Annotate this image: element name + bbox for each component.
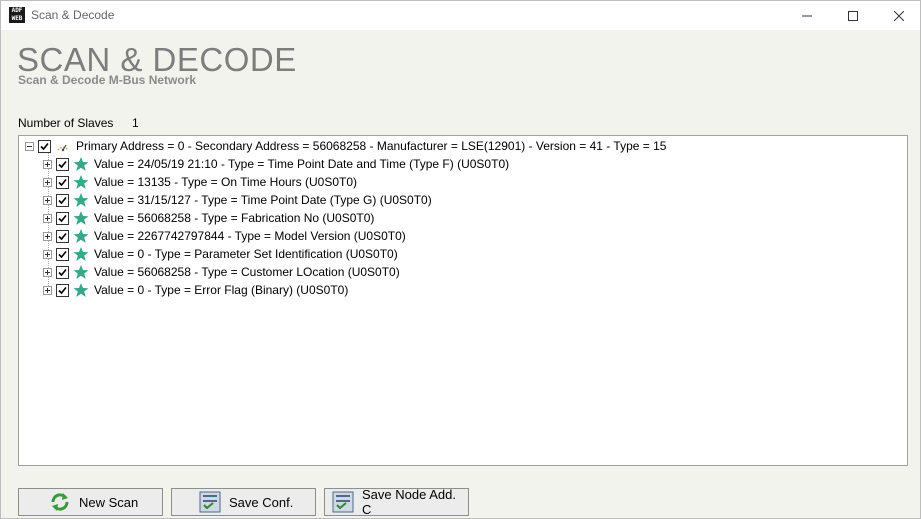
slaves-count-value: 1 — [132, 116, 139, 130]
tree-node-value-6[interactable]: Value = 0 - Type = Parameter Set Identif… — [43, 245, 398, 263]
value-checkbox[interactable] — [56, 247, 69, 261]
expand-toggle[interactable] — [43, 231, 52, 241]
checkmark-icon — [58, 160, 67, 168]
checkmark-icon — [58, 196, 67, 204]
new-scan-label: New Scan — [79, 494, 139, 510]
expand-toggle[interactable] — [43, 213, 52, 223]
value-checkbox[interactable] — [56, 211, 69, 225]
expand-toggle[interactable] — [43, 177, 52, 187]
star-icon — [73, 210, 89, 226]
window-title: Scan & Decode — [31, 8, 115, 22]
tree-node-value-8[interactable]: Value = 0 - Type = Error Flag (Binary) (… — [43, 281, 348, 299]
value-label: Value = 0 - Type = Parameter Set Identif… — [94, 247, 398, 261]
tree-node-value-2[interactable]: Value = 13135 - Type = On Time Hours (U0… — [43, 173, 357, 191]
value-label: Value = 13135 - Type = On Time Hours (U0… — [94, 175, 358, 189]
tree-node-value-1[interactable]: Value = 24/05/19 21:10 - Type = Time Poi… — [43, 155, 509, 173]
value-label: Value = 0 - Type = Error Flag (Binary) (… — [94, 283, 349, 297]
checkmark-icon — [58, 286, 67, 294]
checkmark-icon — [58, 178, 67, 186]
app-window: ADF WEB Scan & Decode SCAN & DECODE Scan … — [0, 0, 921, 519]
minimize-button[interactable] — [784, 1, 830, 30]
app-logo-icon: ADF WEB — [9, 7, 25, 23]
expand-toggle[interactable] — [43, 159, 52, 169]
checkmark-icon — [40, 142, 49, 150]
save-node-label: Save Node Add. C — [362, 488, 456, 516]
star-icon — [73, 228, 89, 244]
save-list-icon — [332, 491, 354, 513]
value-label: Value = 56068258 - Type = Fabrication No… — [94, 211, 375, 225]
collapse-toggle[interactable] — [25, 141, 34, 151]
expand-toggle[interactable] — [43, 195, 52, 205]
save-conf-button[interactable]: Save Conf. — [171, 488, 316, 516]
expand-toggle[interactable] — [43, 249, 52, 259]
star-icon — [73, 174, 89, 190]
checkmark-icon — [58, 250, 67, 258]
maximize-button[interactable] — [830, 1, 876, 30]
new-scan-button[interactable]: New Scan — [18, 488, 163, 516]
star-icon — [73, 156, 89, 172]
value-label: Value = 56068258 - Type = Customer LOcat… — [94, 265, 400, 279]
maximize-icon — [848, 10, 858, 21]
minimize-icon — [802, 15, 812, 16]
value-checkbox[interactable] — [56, 283, 69, 297]
star-icon — [73, 264, 89, 280]
title-bar[interactable]: ADF WEB Scan & Decode — [1, 1, 920, 30]
value-label: Value = 31/15/127 - Type = Time Point Da… — [94, 193, 432, 207]
refresh-icon — [49, 491, 71, 513]
root-checkbox[interactable] — [38, 139, 51, 153]
checkmark-icon — [58, 268, 67, 276]
value-checkbox[interactable] — [56, 229, 69, 243]
tree-node-value-7[interactable]: Value = 56068258 - Type = Customer LOcat… — [43, 263, 400, 281]
slave-tree-view[interactable]: Primary Address = 0 - Secondary Address … — [18, 135, 908, 466]
star-icon — [73, 192, 89, 208]
meter-dial-icon — [55, 138, 71, 154]
slaves-count-label: Number of Slaves — [18, 116, 114, 130]
value-checkbox[interactable] — [56, 265, 69, 279]
tree-node-root[interactable]: Primary Address = 0 - Secondary Address … — [25, 137, 666, 155]
tree-node-value-3[interactable]: Value = 31/15/127 - Type = Time Point Da… — [43, 191, 432, 209]
tree-node-value-5[interactable]: Value = 2267742797844 - Type = Model Ver… — [43, 227, 406, 245]
close-button[interactable] — [876, 1, 921, 30]
checkmark-icon — [58, 214, 67, 222]
value-label: Value = 24/05/19 21:10 - Type = Time Poi… — [94, 157, 510, 171]
value-checkbox[interactable] — [56, 175, 69, 189]
value-label: Value = 2267742797844 - Type = Model Ver… — [94, 229, 406, 243]
expand-toggle[interactable] — [43, 267, 52, 277]
star-icon — [73, 282, 89, 298]
save-conf-label: Save Conf. — [229, 494, 294, 510]
checkmark-icon — [58, 232, 67, 240]
expand-toggle[interactable] — [43, 285, 52, 295]
save-list-icon — [199, 491, 221, 513]
root-label: Primary Address = 0 - Secondary Address … — [76, 139, 667, 153]
page-subtitle: Scan & Decode M-Bus Network — [18, 73, 197, 87]
star-icon — [73, 246, 89, 262]
value-checkbox[interactable] — [56, 193, 69, 207]
tree-node-value-4[interactable]: Value = 56068258 - Type = Fabrication No… — [43, 209, 374, 227]
value-checkbox[interactable] — [56, 157, 69, 171]
close-icon — [894, 10, 904, 21]
save-node-address-button[interactable]: Save Node Add. C — [324, 488, 469, 516]
